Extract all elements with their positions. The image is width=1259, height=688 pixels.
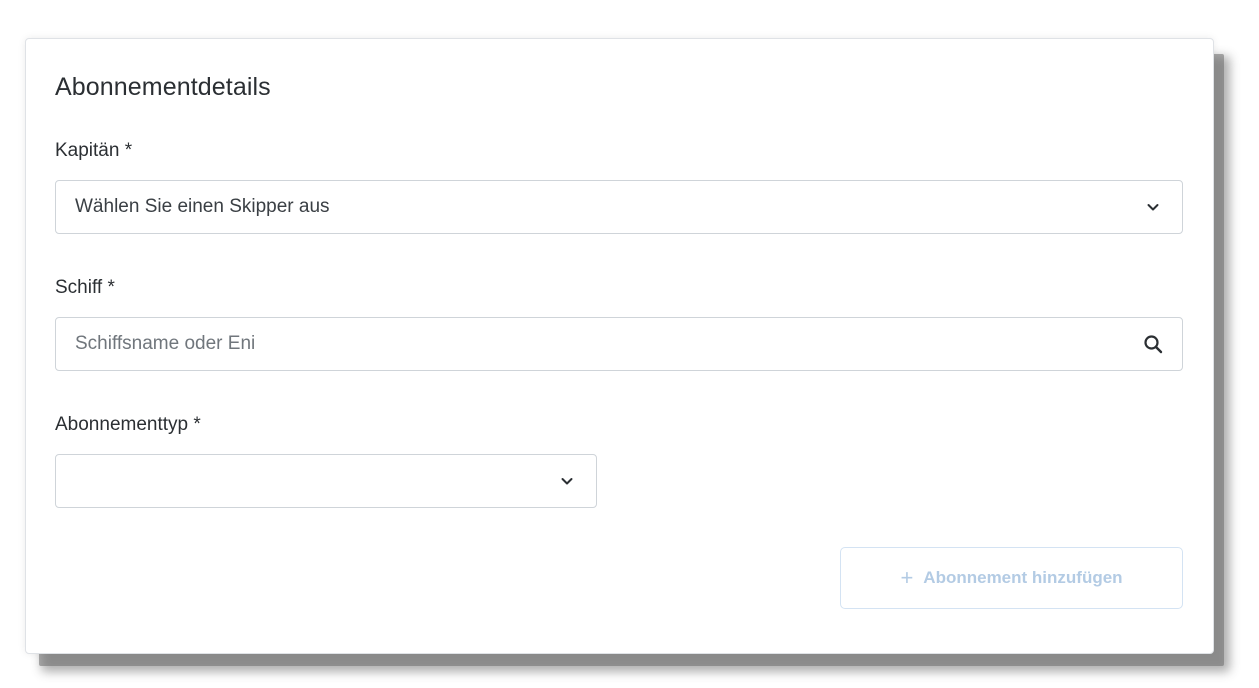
plus-icon: + — [900, 565, 914, 590]
search-icon[interactable] — [1141, 332, 1165, 356]
subscription-type-select[interactable] — [55, 454, 597, 508]
captain-select-value: Wählen Sie einen Skipper aus — [75, 196, 330, 217]
ship-search-input[interactable] — [56, 317, 1141, 371]
chevron-down-icon — [1141, 195, 1165, 219]
add-subscription-button-label: Abonnement hinzufügen — [923, 568, 1123, 587]
add-subscription-button[interactable]: + Abonnement hinzufügen — [840, 547, 1183, 609]
card-title: Abonnementdetails — [55, 73, 271, 101]
ship-search-field — [55, 317, 1183, 371]
subscription-details-card: Abonnementdetails Kapitän * Wählen Sie e… — [25, 38, 1214, 654]
ship-label: Schiff * — [55, 277, 115, 298]
captain-label: Kapitän * — [55, 140, 133, 161]
chevron-down-icon — [555, 469, 579, 493]
subscription-type-label: Abonnementtyp * — [55, 414, 201, 435]
captain-select[interactable]: Wählen Sie einen Skipper aus — [55, 180, 1183, 234]
